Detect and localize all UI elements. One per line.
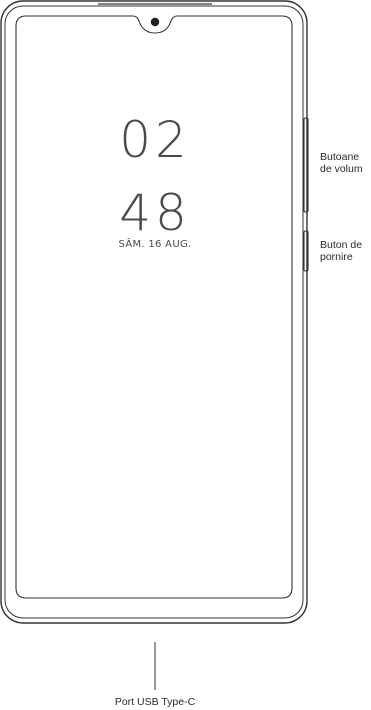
- clock-hour: 02: [119, 111, 191, 169]
- front-camera-icon: [150, 17, 160, 27]
- phone-diagram: [0, 0, 309, 690]
- usb-port-label: Port USB Type-C: [114, 696, 196, 708]
- clock-minute: 48: [119, 184, 191, 242]
- volume-buttons-label: Butoane de volum: [320, 151, 363, 176]
- lock-screen-date: SÂM. 16 AUG.: [118, 239, 192, 250]
- phone-body-outline: [0, 0, 308, 624]
- phone-frame-edge: [4, 5, 304, 619]
- power-button-label: Buton de pornire: [320, 239, 363, 264]
- screen-outline: [15, 15, 293, 599]
